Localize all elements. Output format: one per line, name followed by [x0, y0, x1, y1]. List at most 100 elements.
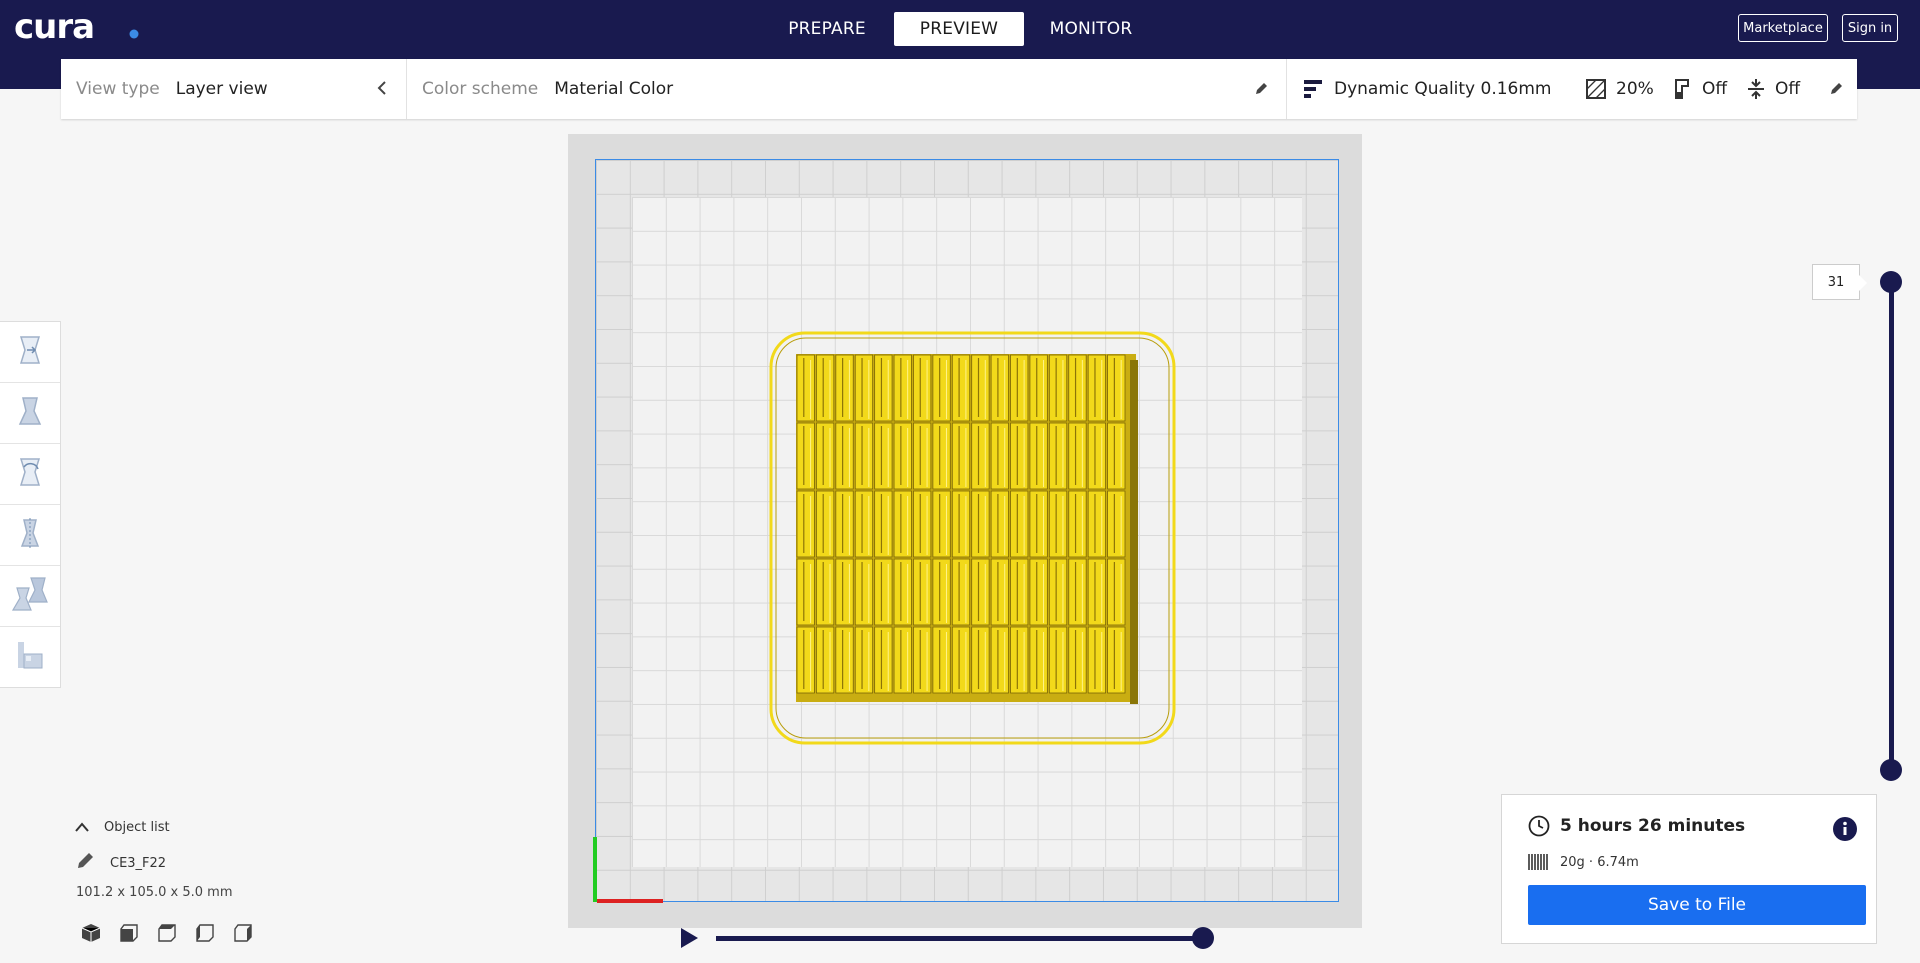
adhesion-setting[interactable]: Off [1747, 59, 1800, 119]
edit-settings-icon[interactable] [1829, 81, 1843, 100]
model-cell [816, 626, 835, 694]
chevron-left-icon[interactable] [376, 80, 388, 100]
sign-in-button[interactable]: Sign in [1842, 14, 1898, 42]
play-simulation-button[interactable] [678, 927, 700, 953]
scale-icon [13, 394, 47, 432]
model-cell [990, 626, 1009, 694]
model-cell [893, 490, 912, 558]
save-to-file-button[interactable]: Save to File [1528, 885, 1866, 925]
mirror-tool-button[interactable] [0, 505, 60, 566]
object-dimensions: 101.2 x 105.0 x 5.0 mm [76, 885, 233, 900]
model-cell [796, 490, 815, 558]
view-top-button[interactable] [154, 922, 180, 948]
simulation-slider-handle[interactable] [1192, 927, 1214, 949]
profile-name: Dynamic Quality 0.16mm [1334, 79, 1552, 99]
cube-front-icon [119, 923, 139, 947]
rotate-tool-button[interactable] [0, 444, 60, 505]
model-cell [1107, 354, 1126, 422]
model-cell [971, 558, 990, 626]
view-front-button[interactable] [116, 922, 142, 948]
simulation-slider-track[interactable] [716, 936, 1204, 941]
print-profile-selector[interactable]: Dynamic Quality 0.16mm [1304, 59, 1552, 119]
model-cell [835, 354, 854, 422]
model-cell [990, 558, 1009, 626]
model-cell [1068, 422, 1087, 490]
rotate-icon [13, 455, 47, 493]
support-setting[interactable]: Off [1672, 59, 1727, 119]
per-model-settings-button[interactable] [0, 566, 60, 627]
model-cell [913, 490, 932, 558]
model-cell [1010, 490, 1029, 558]
model-cell [1087, 490, 1106, 558]
model-cell [1010, 422, 1029, 490]
model-cell [951, 490, 971, 558]
object-list-item[interactable]: CE3_F22 [76, 852, 166, 874]
pencil-icon[interactable] [76, 852, 94, 874]
layer-slider-track[interactable] [1889, 282, 1894, 771]
support-blocker-button[interactable] [0, 627, 60, 687]
mirror-icon [13, 516, 47, 554]
object-name: CE3_F22 [110, 855, 167, 871]
model-cell [835, 422, 854, 490]
object-list-toggle[interactable]: Object list [74, 818, 170, 837]
model-cell [1087, 422, 1106, 490]
tab-prepare[interactable]: PREPARE [762, 12, 892, 46]
model-cell [1107, 626, 1126, 694]
tool-panel [0, 321, 61, 688]
object-list-label: Object list [104, 820, 170, 835]
edit-pencil-icon[interactable] [1254, 81, 1268, 100]
view-type-value: Layer view [175, 79, 268, 99]
infill-value: 20% [1616, 79, 1654, 99]
model-cell [816, 490, 835, 558]
model-cell [835, 490, 854, 558]
layer-slider-upper-handle[interactable] [1880, 271, 1902, 293]
tab-preview[interactable]: PREVIEW [894, 12, 1024, 46]
stage-tabs: PREPARE PREVIEW MONITOR [762, 12, 1158, 46]
support-icon [1672, 78, 1692, 100]
model-cell [1107, 490, 1126, 558]
cube-left-icon [195, 923, 215, 947]
model-cell [1087, 354, 1106, 422]
support-blocker-icon [13, 638, 47, 676]
move-tool-button[interactable] [0, 322, 60, 383]
model-cell [854, 354, 874, 422]
tab-monitor[interactable]: MONITOR [1026, 12, 1156, 46]
color-scheme-value: Material Color [554, 79, 674, 99]
model-cell [1010, 626, 1029, 694]
model-cell [913, 626, 932, 694]
model-cell [874, 490, 893, 558]
model-cell [1048, 490, 1068, 558]
cube-3d-icon [81, 923, 101, 947]
layer-slider-lower-handle[interactable] [1880, 759, 1902, 781]
marketplace-button[interactable]: Marketplace [1738, 14, 1828, 42]
model-cell [932, 558, 951, 626]
model-cell [951, 422, 971, 490]
model-cell [1029, 354, 1048, 422]
svg-text:cura: cura [14, 8, 94, 44]
model-cell [1048, 422, 1068, 490]
view-3d-button[interactable] [78, 922, 104, 948]
view-left-button[interactable] [192, 922, 218, 948]
view-type-selector[interactable]: View type Layer view [76, 59, 406, 119]
current-layer-number[interactable]: 31 [1812, 264, 1867, 300]
model-cell [796, 558, 815, 626]
model-cell [1107, 558, 1126, 626]
model-cell [951, 626, 971, 694]
scale-tool-button[interactable] [0, 383, 60, 444]
model-cell [932, 490, 951, 558]
color-scheme-selector[interactable]: Color scheme Material Color [422, 59, 962, 119]
sliced-model-preview[interactable] [768, 330, 1178, 754]
infill-setting[interactable]: 20% [1586, 59, 1654, 119]
info-button[interactable] [1832, 816, 1858, 846]
view-right-button[interactable] [230, 922, 256, 948]
model-cell [854, 422, 874, 490]
per-model-settings-icon [11, 576, 49, 616]
model-cell [1010, 354, 1029, 422]
model-cell [932, 626, 951, 694]
model-cell [1107, 422, 1126, 490]
model-cell [932, 422, 951, 490]
model-cell [971, 422, 990, 490]
model-cell [816, 354, 835, 422]
model-cell [951, 354, 971, 422]
y-axis-indicator [593, 837, 597, 902]
